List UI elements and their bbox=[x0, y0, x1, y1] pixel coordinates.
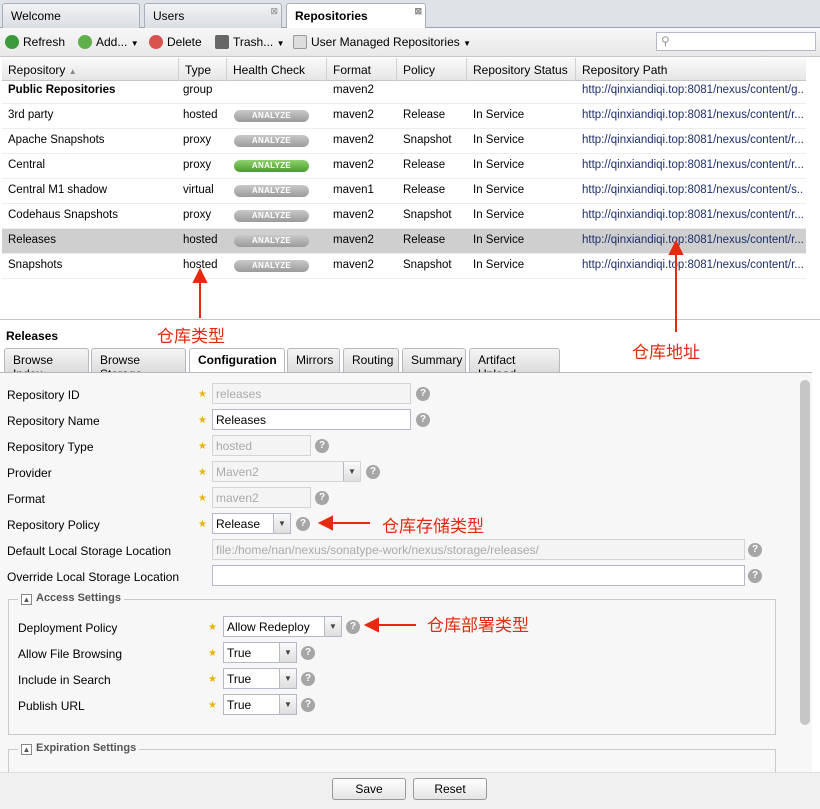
annotation-repo-type: 仓库类型 bbox=[157, 327, 225, 346]
annotation-repo-path: 仓库地址 bbox=[632, 343, 700, 362]
annotation-arrows bbox=[192, 239, 684, 633]
annotation-deploy-type: 仓库部署类型 bbox=[427, 616, 529, 635]
annotation-storage-type: 仓库存储类型 bbox=[382, 517, 484, 536]
